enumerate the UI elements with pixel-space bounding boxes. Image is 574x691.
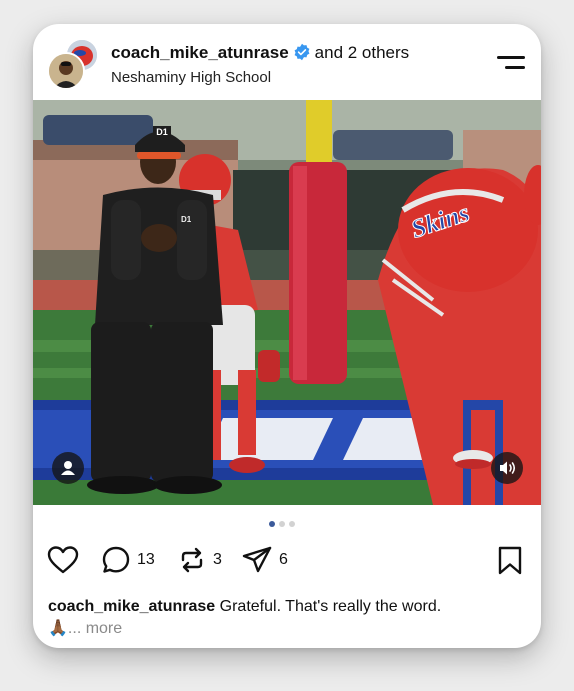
comment-count: 13 [137,551,155,568]
repost-count: 3 [213,551,222,568]
share-icon [242,546,272,573]
carousel-dot[interactable] [269,521,275,527]
avatar-stack[interactable] [47,38,99,90]
location-link[interactable]: Neshaminy High School [111,69,271,86]
like-button[interactable] [47,542,79,578]
author-line: coach_mike_atunrase and 2 others [111,43,409,66]
caption-username[interactable]: coach_mike_atunrase [48,598,215,615]
author-username[interactable]: coach_mike_atunrase [111,43,289,62]
bookmark-icon [498,546,522,575]
caption-emoji: 🙏🏾 [48,620,68,637]
user-tag-button[interactable] [52,452,84,484]
shirt-logo-text: D1 [181,215,192,224]
share-button[interactable]: 6 [241,542,288,578]
coauthors-label[interactable]: and 2 others [315,43,410,62]
carousel-dot[interactable] [289,521,295,527]
repost-button[interactable]: 3 [177,542,222,578]
post-photo[interactable]: D1 D1 Skins [33,100,541,505]
comment-icon [102,546,130,573]
post-caption: coach_mike_atunrase Grateful. That's rea… [48,596,533,640]
cap-logo-text: D1 [156,127,168,137]
speaker-icon [500,461,516,475]
post-header: coach_mike_atunrase and 2 others Neshamin… [33,24,541,100]
share-count: 6 [279,551,288,568]
repost-icon [181,547,203,573]
verified-icon [293,43,311,66]
author-avatar[interactable] [47,52,85,90]
sound-toggle-button[interactable] [491,452,523,484]
menu-button[interactable] [497,54,525,72]
photo-scene: D1 D1 Skins [33,100,541,505]
carousel-dot[interactable] [279,521,285,527]
user-tag-icon [61,461,75,475]
carousel-indicator [269,521,295,529]
comment-button[interactable]: 13 [101,542,155,578]
menu-icon [497,56,525,59]
more-link[interactable]: ... more [68,620,122,637]
heart-icon [47,546,79,574]
post-card: coach_mike_atunrase and 2 others Neshamin… [33,24,541,648]
bookmark-button[interactable] [497,546,523,581]
menu-icon-line [505,66,525,69]
caption-text: Grateful. That's really the word. [219,598,442,615]
action-bar: 13 3 6 [33,542,541,582]
